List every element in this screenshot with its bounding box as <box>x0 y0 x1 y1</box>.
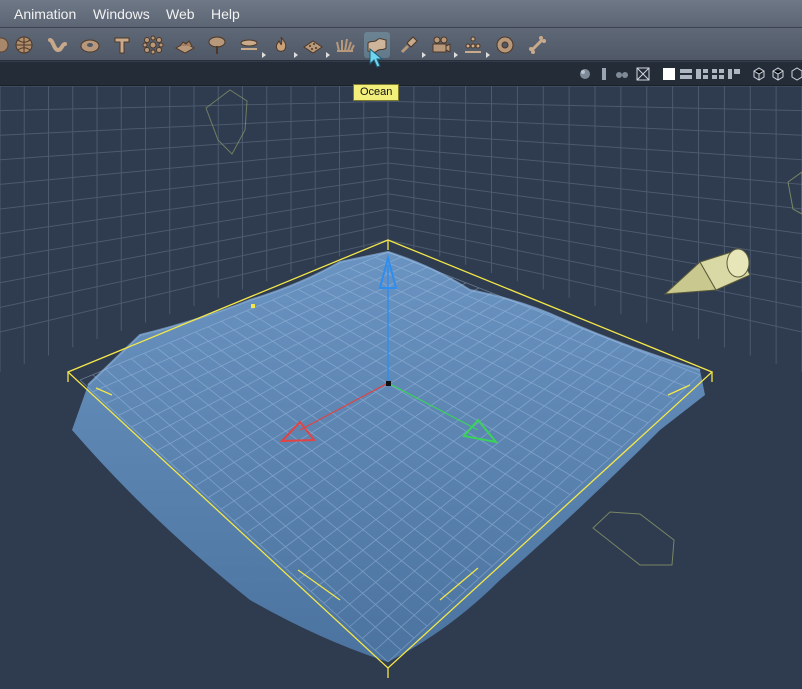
path-icon[interactable] <box>44 32 70 58</box>
plant-icon[interactable] <box>204 32 230 58</box>
mouse-cursor-icon <box>369 48 384 68</box>
menu-windows[interactable]: Windows <box>93 6 150 22</box>
fire-icon[interactable] <box>268 32 298 58</box>
target-icon[interactable] <box>492 32 518 58</box>
camera-view-3-icon[interactable] <box>790 67 802 81</box>
gizmo-center[interactable] <box>386 381 391 386</box>
layout-custom-icon[interactable] <box>727 67 741 81</box>
tooltip: Ocean <box>353 84 400 101</box>
layout-single-icon[interactable] <box>662 67 676 81</box>
grass-icon[interactable] <box>332 32 358 58</box>
layout-rows-icon[interactable] <box>679 67 693 81</box>
object-toolbar <box>0 28 802 61</box>
ecosystem-icon[interactable] <box>460 32 490 58</box>
wireframe-icon[interactable] <box>636 67 650 81</box>
rock-icon[interactable] <box>300 32 330 58</box>
menu-web[interactable]: Web <box>166 6 195 22</box>
torus-icon[interactable] <box>77 32 103 58</box>
planet-icon[interactable] <box>11 32 37 58</box>
3d-viewport[interactable] <box>0 86 802 689</box>
camera-view-1-icon[interactable] <box>752 67 766 81</box>
metablob-icon[interactable] <box>140 32 166 58</box>
menu-bar: Animation Windows Web Help <box>0 0 802 28</box>
menu-help[interactable]: Help <box>211 6 240 22</box>
cloud-layer-icon[interactable] <box>236 32 266 58</box>
layout-quad-icon[interactable] <box>711 67 725 81</box>
camera-icon[interactable] <box>428 32 458 58</box>
column-icon[interactable] <box>597 67 611 81</box>
sphere-view-icon[interactable] <box>578 67 592 81</box>
viewport-header <box>0 62 802 86</box>
menu-animation[interactable]: Animation <box>14 6 76 22</box>
terrain-icon[interactable] <box>172 32 198 58</box>
layout-split-icon[interactable] <box>695 67 709 81</box>
camera-view-2-icon[interactable] <box>771 67 785 81</box>
bone-icon[interactable] <box>524 32 550 58</box>
group-icon[interactable] <box>615 67 629 81</box>
text-icon[interactable] <box>109 32 135 58</box>
selection-handle[interactable] <box>251 304 255 308</box>
light-icon[interactable] <box>396 32 426 58</box>
